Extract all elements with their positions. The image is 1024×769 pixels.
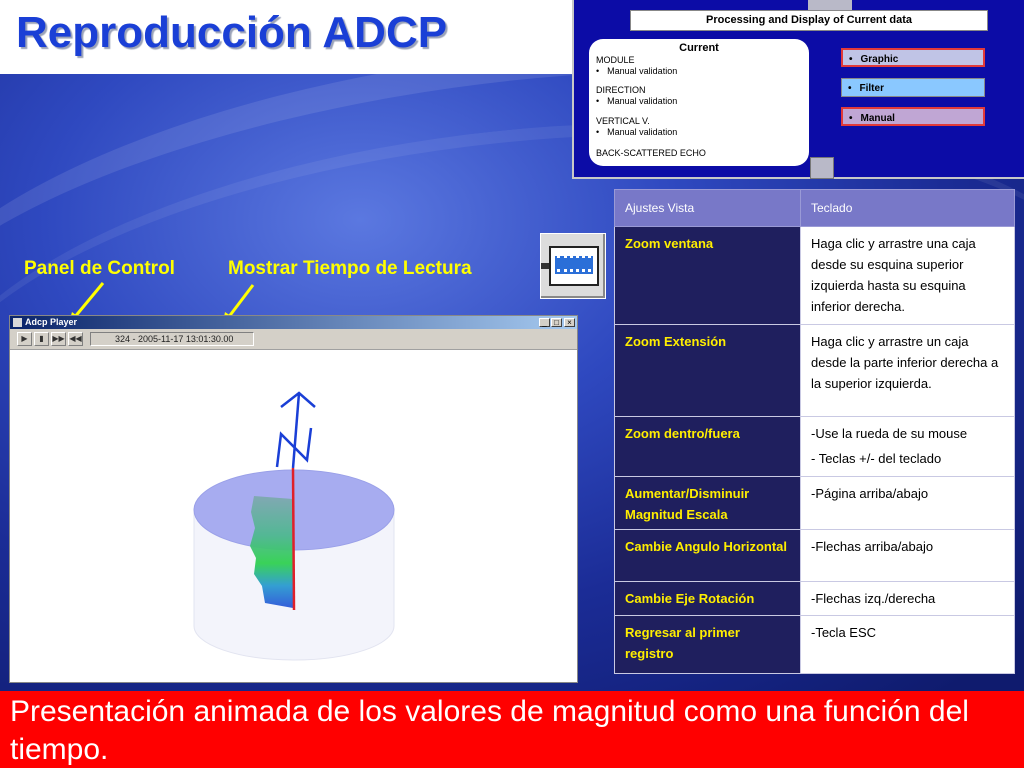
caption-text: Presentación animada de los valores de m…	[10, 695, 969, 766]
north-arrow-icon	[275, 391, 316, 469]
play-button[interactable]: ▶	[17, 332, 32, 346]
row-value-line: - Teclas +/- del teclado	[811, 451, 942, 466]
app-icon	[13, 318, 22, 327]
row-value: -Use la rueda de su mouse - Teclas +/- d…	[800, 416, 1015, 477]
adcp-3d-visualization[interactable]	[10, 350, 575, 680]
keyboard-shortcut-table: Ajustes Vista Teclado Zoom ventana Haga …	[614, 189, 1015, 674]
minimize-button[interactable]: _	[539, 318, 550, 327]
table-row: Zoom dentro/fuera -Use la rueda de su mo…	[614, 416, 1015, 477]
caption-bar: Presentación animada de los valores de m…	[0, 691, 1024, 768]
time-readout: 324 - 2005-11-17 13:01:30.00	[90, 332, 254, 346]
table-row: Cambie Angulo Horizontal -Flechas arriba…	[614, 529, 1015, 582]
row-key: Zoom dentro/fuera	[614, 416, 801, 477]
row-value: Haga clic y arrastre un caja desde la pa…	[800, 324, 1015, 417]
film-icon-strip	[555, 255, 593, 274]
row-key: Cambie Eje Rotación	[614, 581, 801, 616]
pause-button[interactable]: ▮	[34, 332, 49, 346]
row-value: -Página arriba/abajo	[800, 476, 1015, 530]
table-row: Aumentar/Disminuir Magnitud Escala -Pági…	[614, 476, 1015, 530]
player-title: Adcp Player	[25, 317, 78, 327]
row-key: Cambie Angulo Horizontal	[614, 529, 801, 582]
fast-forward-button[interactable]: ▶▶	[51, 332, 66, 346]
rewind-button[interactable]: ◀◀	[68, 332, 83, 346]
table-row: Cambie Eje Rotación -Flechas izq./derech…	[614, 581, 1015, 616]
player-titlebar: Adcp Player _ □ ×	[10, 316, 577, 329]
vertical-axis	[291, 467, 296, 611]
table-row: Zoom Extensión Haga clic y arrastre un c…	[614, 324, 1015, 417]
player-control-panel: ▶ ▮ ▶▶ ◀◀ 324 - 2005-11-17 13:01:30.00	[10, 329, 577, 350]
header-view-settings: Ajustes Vista	[614, 189, 801, 227]
table-row: Regresar al primer registro -Tecla ESC	[614, 615, 1015, 674]
row-key: Aumentar/Disminuir Magnitud Escala	[614, 476, 801, 530]
film-icon-frame	[549, 246, 599, 286]
adcp-player-window: Adcp Player _ □ × ▶ ▮ ▶▶ ◀◀ 324 - 2005-1…	[9, 315, 578, 683]
row-value: -Tecla ESC	[800, 615, 1015, 674]
row-value: -Flechas izq./derecha	[800, 581, 1015, 616]
header-keyboard: Teclado	[800, 189, 1015, 227]
row-key: Regresar al primer registro	[614, 615, 801, 674]
row-key: Zoom Extensión	[614, 324, 801, 417]
row-value: Haga clic y arrastre una caja desde su e…	[800, 226, 1015, 325]
film-strip-icon[interactable]	[540, 233, 606, 299]
row-value: -Flechas arriba/abajo	[800, 529, 1015, 582]
maximize-button[interactable]: □	[551, 318, 562, 327]
table-row: Zoom ventana Haga clic y arrastre una ca…	[614, 226, 1015, 325]
row-value-line: -Use la rueda de su mouse	[811, 426, 968, 441]
close-button[interactable]: ×	[564, 318, 575, 327]
table-header-row: Ajustes Vista Teclado	[614, 189, 1015, 227]
row-key: Zoom ventana	[614, 226, 801, 325]
